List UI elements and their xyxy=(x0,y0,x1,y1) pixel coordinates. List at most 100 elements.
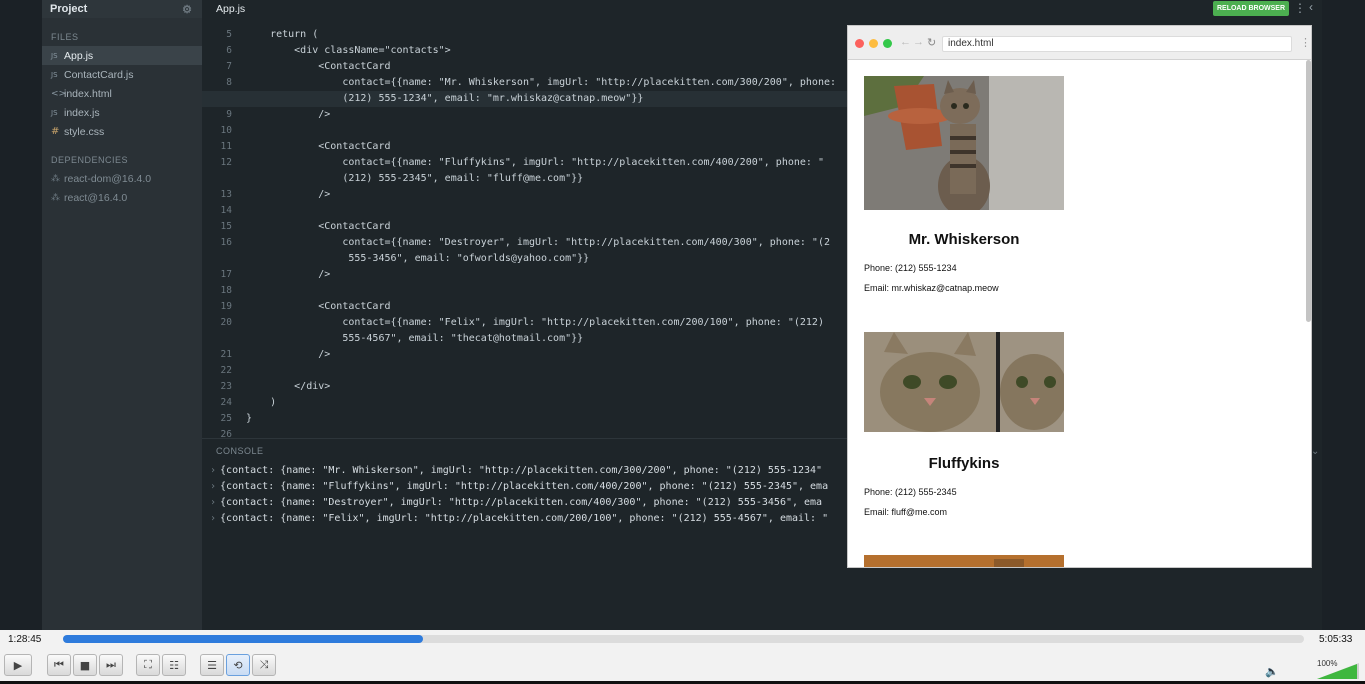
reload-browser-button[interactable]: RELOAD BROWSER xyxy=(1213,1,1289,16)
loop-icon: ⟲ xyxy=(233,658,243,672)
volume-slider[interactable] xyxy=(1317,657,1359,679)
code-line: 555-4567", email: "thecat@hotmail.com"}} xyxy=(202,331,848,347)
play-button[interactable]: ▶ xyxy=(4,654,32,676)
extended-settings-button[interactable]: ☷ xyxy=(162,654,186,676)
code-line: 21 /> xyxy=(202,347,848,363)
loop-button[interactable]: ⟲ xyxy=(226,654,250,676)
contact-email: Email: mr.whiskaz@catnap.meow xyxy=(864,283,999,293)
stop-button[interactable]: ■ xyxy=(73,654,97,676)
line-number: 12 xyxy=(220,157,232,168)
shuffle-icon: ⤨ xyxy=(259,658,269,671)
dependency-item[interactable]: ⁂ react@16.4.0 xyxy=(42,188,202,207)
line-number: 10 xyxy=(220,125,232,136)
code-line: 17 /> xyxy=(202,267,848,283)
line-number: 9 xyxy=(226,109,232,120)
browser-preview: ← → ↻ index.html ⋮ Mr. Whiskerson Phone:… xyxy=(847,25,1312,568)
chevron-right-icon[interactable]: › xyxy=(210,497,216,508)
code-text: (212) 555-2345", email: "fluff@me.com"}} xyxy=(246,173,584,184)
code-line: 14 xyxy=(202,203,848,219)
fullscreen-icon: ⛶ xyxy=(144,658,152,671)
refresh-icon[interactable]: ↻ xyxy=(927,36,936,49)
js-icon: JS xyxy=(51,70,58,79)
total-time: 5:05:33 xyxy=(1319,634,1353,645)
minimize-dot-icon[interactable] xyxy=(869,39,878,48)
code-text: 555-3456", email: "ofworlds@yahoo.com"}} xyxy=(246,253,590,264)
console-text: {contact: {name: "Fluffykins", imgUrl: "… xyxy=(220,481,829,492)
console-log-line: › {contact: {name: "Destroyer", imgUrl: "… xyxy=(210,495,822,511)
code-text: ) xyxy=(246,397,277,408)
dependencies-heading: DEPENDENCIES xyxy=(51,155,129,165)
chevron-right-icon[interactable]: › xyxy=(210,465,216,476)
playlist-button[interactable]: ☰ xyxy=(200,654,224,676)
line-number: 14 xyxy=(220,205,232,216)
code-line: 25} xyxy=(202,411,848,427)
file-label: index.js xyxy=(64,106,100,119)
left-gutter xyxy=(0,0,42,630)
line-number: 15 xyxy=(220,221,232,232)
tab-app-js[interactable]: App.js xyxy=(202,3,245,15)
sidebar-header: Project ⚙ xyxy=(42,0,202,18)
next-button[interactable]: ⏭ xyxy=(99,654,123,676)
fullscreen-button[interactable]: ⛶ xyxy=(136,654,160,676)
code-line: 555-3456", email: "ofworlds@yahoo.com"}} xyxy=(202,251,848,267)
dependency-list: ⁂ react-dom@16.4.0 ⁂ react@16.4.0 xyxy=(42,169,202,207)
shuffle-button[interactable]: ⤨ xyxy=(252,654,276,676)
chevron-down-icon[interactable]: ⌄ xyxy=(1311,446,1319,457)
line-number: 19 xyxy=(220,301,232,312)
video-frame: Project ⚙ FILES JS App.js JS ContactCard.js… xyxy=(0,0,1365,630)
code-text: <ContactCard xyxy=(246,141,391,152)
code-line: 13 /> xyxy=(202,187,848,203)
url-field[interactable]: index.html xyxy=(942,36,1292,52)
file-item[interactable]: <> index.html xyxy=(42,84,202,103)
contact-email: Email: fluff@me.com xyxy=(864,507,947,517)
file-label: style.css xyxy=(64,125,105,138)
code-line: 22 xyxy=(202,363,848,379)
chevron-left-icon[interactable]: ‹ xyxy=(1309,0,1313,14)
speaker-icon[interactable]: 🔈 xyxy=(1265,665,1279,678)
file-item[interactable]: # style.css xyxy=(42,122,202,141)
line-number: 17 xyxy=(220,269,232,280)
play-icon: ▶ xyxy=(13,658,23,672)
project-sidebar: Project ⚙ FILES JS App.js JS ContactCard.js… xyxy=(42,0,202,630)
code-text: 555-4567", email: "thecat@hotmail.com"}} xyxy=(246,333,584,344)
file-item[interactable]: JS App.js xyxy=(42,46,202,65)
gear-icon[interactable]: ⚙ xyxy=(182,3,192,16)
browser-menu-icon[interactable]: ⋮ xyxy=(1300,36,1311,49)
console-text: {contact: {name: "Destroyer", imgUrl: "h… xyxy=(220,497,823,508)
code-line: 11 <ContactCard xyxy=(202,139,848,155)
kitten-image xyxy=(864,76,1064,216)
right-gutter xyxy=(1322,0,1365,630)
line-number: 7 xyxy=(226,61,232,72)
forward-arrow-icon[interactable]: → xyxy=(913,36,924,48)
browser-scrollbar[interactable] xyxy=(1306,60,1311,322)
close-dot-icon[interactable] xyxy=(855,39,864,48)
previous-button[interactable]: ⏮ xyxy=(47,654,71,676)
file-item[interactable]: JS index.js xyxy=(42,103,202,122)
dependency-item[interactable]: ⁂ react-dom@16.4.0 xyxy=(42,169,202,188)
contact-phone: Phone: (212) 555-2345 xyxy=(864,487,957,497)
back-arrow-icon[interactable]: ← xyxy=(900,36,911,48)
maximize-dot-icon[interactable] xyxy=(883,39,892,48)
console-log-line: › {contact: {name: "Felix", imgUrl: "http… xyxy=(210,511,828,527)
line-number: 23 xyxy=(220,381,232,392)
more-options-icon[interactable]: ⋮ xyxy=(1294,1,1306,15)
file-label: App.js xyxy=(64,49,94,62)
video-player-controls: 1:28:45 5:05:33 ▶ ⏮ ■ ⏭ ⛶ ☷ ☰ ⟲ ⤨ 🔈 100% xyxy=(0,630,1365,684)
equalizer-icon: ☷ xyxy=(169,658,179,672)
code-text: (212) 555-1234", email: "mr.whiskaz@catn… xyxy=(246,93,644,104)
chevron-right-icon[interactable]: › xyxy=(210,513,216,524)
seek-bar[interactable] xyxy=(63,635,1304,643)
code-line: 8 contact={{name: "Mr. Whiskerson", imgU… xyxy=(202,75,848,91)
code-editor[interactable]: 5 return (6 <div className="contacts"> 7 … xyxy=(202,26,848,438)
dependency-label: react-dom@16.4.0 xyxy=(64,172,152,185)
chevron-right-icon[interactable]: › xyxy=(210,481,216,492)
file-item[interactable]: JS ContactCard.js xyxy=(42,65,202,84)
code-text: <div className="contacts"> xyxy=(246,45,451,56)
file-list: JS App.js JS ContactCard.js <> index.html JS in… xyxy=(42,46,202,141)
seek-bar-fill xyxy=(63,635,423,643)
code-line: 26 xyxy=(202,427,848,438)
code-text: return ( xyxy=(246,29,319,40)
line-number: 21 xyxy=(220,349,232,360)
console-log-line: › {contact: {name: "Mr. Whiskerson", imgU… xyxy=(210,463,822,479)
code-text: /> xyxy=(246,269,331,280)
